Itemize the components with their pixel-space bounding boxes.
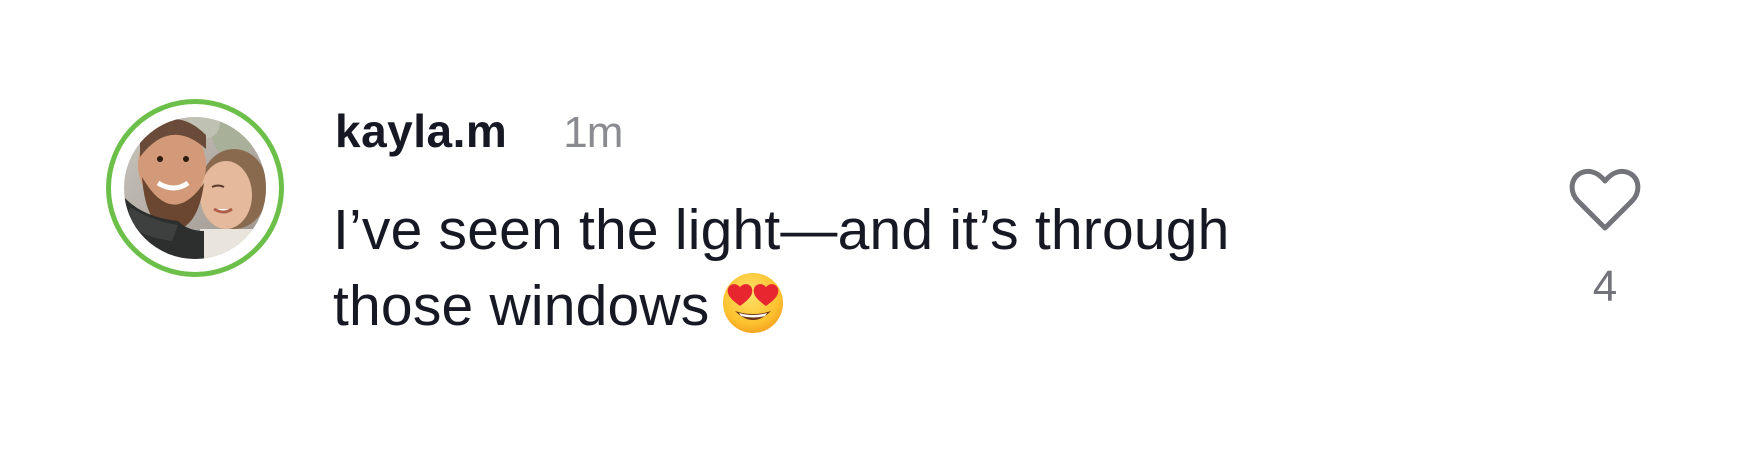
avatar-image bbox=[124, 117, 266, 259]
avatar[interactable] bbox=[106, 99, 284, 277]
comment-body: I’ve seen the light—and it’s through tho… bbox=[333, 192, 1383, 344]
heart-outline-icon bbox=[1569, 168, 1641, 231]
comment-item: kayla.m 1m I’ve seen the light—and it’s … bbox=[0, 0, 1746, 457]
avatar-photo bbox=[124, 117, 266, 259]
comment-header: kayla.m 1m bbox=[335, 104, 623, 164]
username-link[interactable]: kayla.m bbox=[335, 104, 507, 158]
like-button[interactable] bbox=[1568, 168, 1642, 234]
like-count: 4 bbox=[1592, 262, 1618, 311]
heart-eyes-emoji-icon bbox=[721, 271, 785, 335]
comment-timestamp: 1m bbox=[563, 108, 623, 157]
